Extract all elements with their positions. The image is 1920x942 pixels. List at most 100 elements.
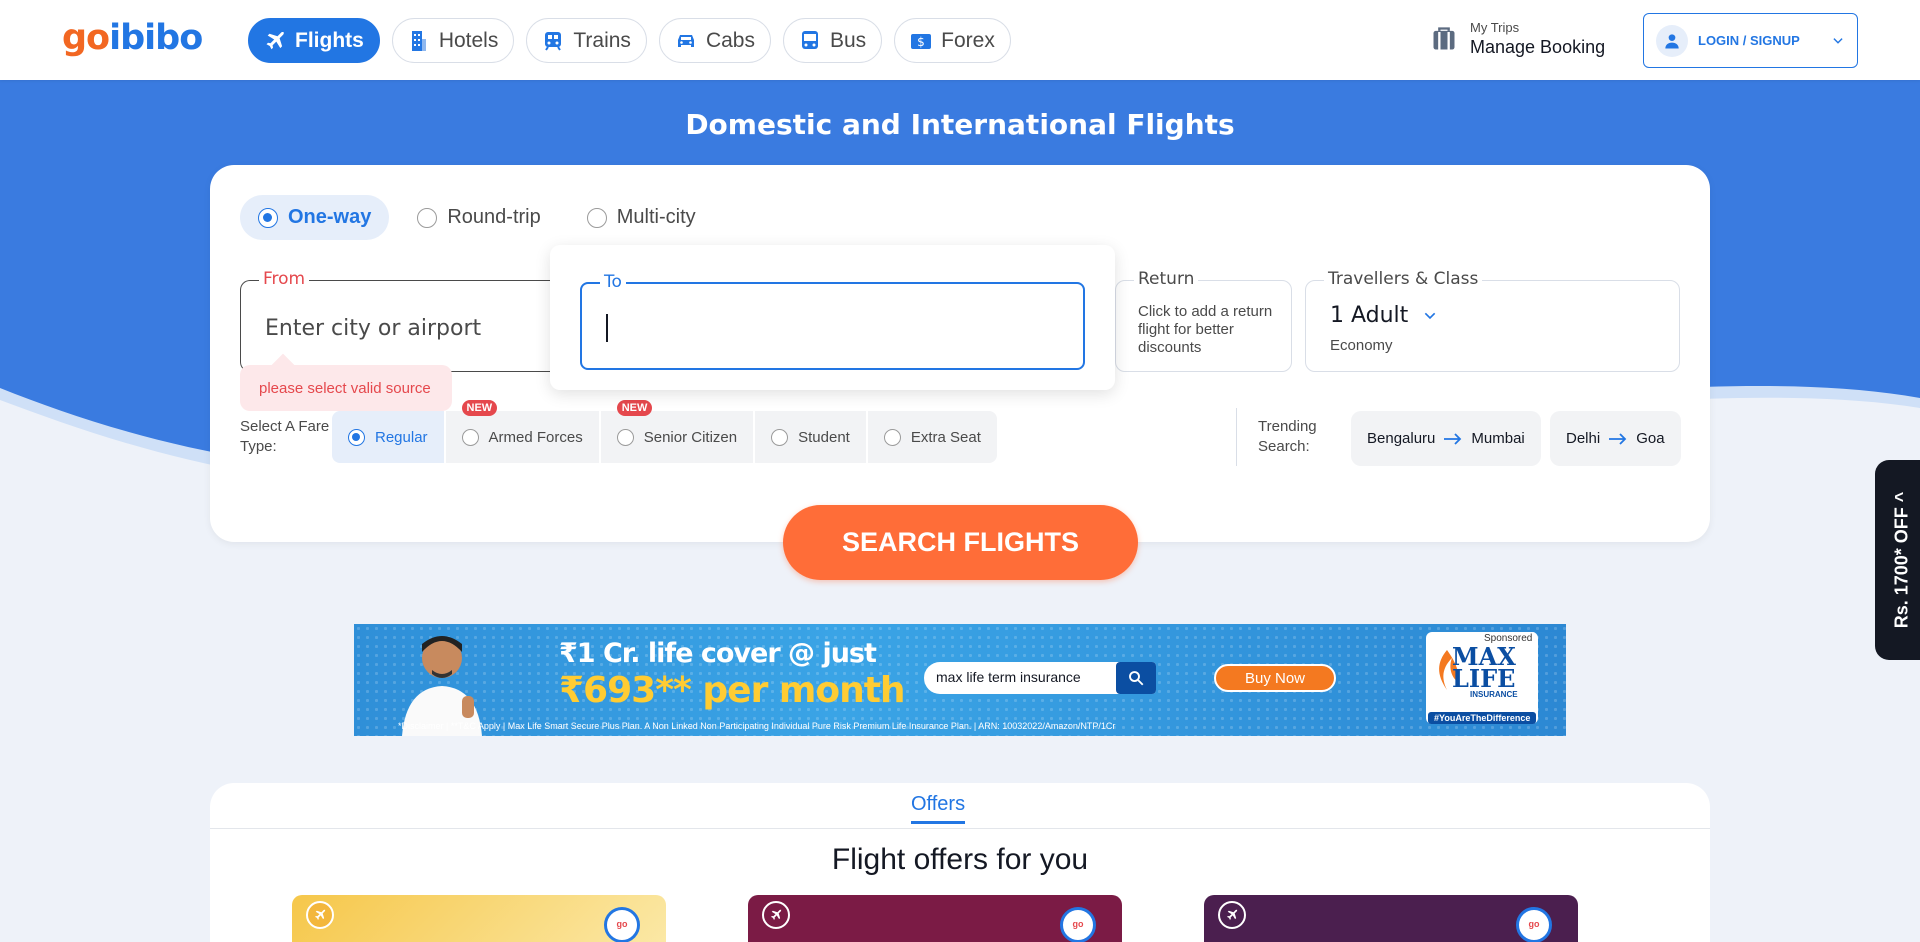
trip-multi-city[interactable]: Multi-city <box>569 195 714 240</box>
radio-icon <box>258 207 278 228</box>
radio-icon <box>461 428 479 446</box>
fare-armed-forces[interactable]: NEW Armed Forces <box>445 400 599 463</box>
briefcase-icon <box>1433 27 1455 50</box>
nav-hotels[interactable]: Hotels <box>391 18 515 63</box>
search-icon <box>1129 671 1144 686</box>
ad-price: ₹693** per month <box>559 670 906 711</box>
return-hint: Click to add a return flight for better … <box>1138 303 1273 356</box>
nav-label: Trains <box>573 28 631 52</box>
travel-class: Economy <box>1330 337 1393 354</box>
nav-label: Cabs <box>705 28 755 52</box>
return-label: Return <box>1134 269 1199 289</box>
max-life-logo: MAX LIFE INSURANCE <box>1426 632 1538 724</box>
ad-banner[interactable]: ₹1 Cr. life cover @ just ₹693** per mont… <box>354 624 1566 736</box>
trip-label: Multi-city <box>616 206 696 228</box>
from-label: From <box>259 269 310 289</box>
side-offer-tab[interactable]: Rs. 1700* OFF ^ <box>1875 460 1920 660</box>
offer-card[interactable]: go Safe <box>1204 895 1578 942</box>
nav-cabs[interactable]: Cabs <box>658 18 771 63</box>
travellers-value: 1 Adult <box>1330 303 1438 328</box>
nav-label: Bus <box>829 28 867 52</box>
chevron-down-icon <box>1833 37 1843 44</box>
nav-label: Hotels <box>438 28 499 52</box>
new-badge: NEW <box>616 400 653 416</box>
sponsored-label: Sponsored <box>1480 632 1537 645</box>
trending-route-bengaluru-mumbai[interactable]: Bengaluru Mumbai <box>1351 411 1541 466</box>
radio-icon <box>616 428 634 446</box>
fare-student[interactable]: Student <box>755 411 866 463</box>
train-icon <box>545 31 562 51</box>
forex-icon: $ <box>911 33 932 49</box>
fare-type-label: Select A Fare Type: <box>240 418 330 455</box>
go-safe-badge-icon: go Safe <box>604 907 640 942</box>
ad-search-button[interactable] <box>1116 662 1156 694</box>
page-title: Domestic and International Flights <box>685 108 1235 141</box>
offers-section: Offers Flight offers for you go Safe go … <box>210 783 1710 942</box>
to-dropdown-popup: To <box>550 245 1115 390</box>
nav-label: Forex <box>941 28 995 52</box>
nav-forex[interactable]: $ Forex <box>894 18 1011 63</box>
text-cursor <box>606 314 608 342</box>
my-trips-label: My Trips <box>1470 20 1520 35</box>
fare-extra-seat[interactable]: Extra Seat <box>867 411 997 463</box>
new-badge: NEW <box>461 400 498 416</box>
chevron-down-icon <box>1425 312 1436 319</box>
top-navbar: goibibo Flights Hotels Trains Cabs Bus $… <box>0 0 1920 80</box>
fare-type-options: Regular NEW Armed Forces NEW Senior Citize… <box>332 400 997 463</box>
arrow-right-icon <box>1609 432 1627 445</box>
plane-icon <box>306 901 334 929</box>
travellers-label: Travellers & Class <box>1324 269 1483 289</box>
car-icon <box>677 34 694 47</box>
ad-disclaimer: *Disclaimer | **T&C Apply | Max Life Sma… <box>398 721 1116 731</box>
login-label: LOGIN / SIGNUP <box>1698 33 1800 48</box>
return-date-field[interactable]: Return Click to add a return flight for … <box>1115 269 1292 372</box>
radio-icon <box>883 428 901 446</box>
goibibo-logo[interactable]: goibibo <box>62 18 203 58</box>
building-icon <box>411 30 426 51</box>
trip-round-trip[interactable]: Round-trip <box>399 195 558 240</box>
tab-offers[interactable]: Offers <box>911 793 966 824</box>
radio-icon <box>586 207 607 228</box>
trip-label: One-way <box>288 206 372 228</box>
side-offer-label: Rs. 1700* OFF ^ <box>1891 491 1912 629</box>
ad-buy-now-button[interactable]: Buy Now <box>1214 664 1336 692</box>
to-label: To <box>600 272 626 292</box>
plane-icon <box>762 901 790 929</box>
nav-label: Flights <box>295 28 364 52</box>
trip-type-selector: One-way Round-trip Multi-city <box>240 195 714 240</box>
offer-card[interactable]: go Safe <box>292 895 666 942</box>
nav-flights[interactable]: Flights <box>248 18 380 63</box>
ad-headline: ₹1 Cr. life cover @ just <box>559 638 877 669</box>
offer-card[interactable]: go Safe <box>748 895 1122 942</box>
product-nav: Flights Hotels Trains Cabs Bus $ Forex <box>248 18 1011 63</box>
arrow-right-icon <box>1444 432 1462 445</box>
trending-label: Trending Search: <box>1258 418 1317 455</box>
go-safe-badge-icon: go Safe <box>1516 907 1552 942</box>
radio-icon <box>417 207 438 228</box>
divider <box>1236 408 1237 466</box>
manage-booking-link[interactable]: My Trips Manage Booking <box>1430 20 1605 58</box>
flight-search-card: One-way Round-trip Multi-city From Enter… <box>210 165 1710 542</box>
trip-label: Round-trip <box>447 206 541 228</box>
radio-icon <box>348 428 365 446</box>
trip-one-way[interactable]: One-way <box>240 195 390 240</box>
from-field[interactable]: From Enter city or airport <box>240 269 570 372</box>
nav-bus[interactable]: Bus <box>782 18 883 63</box>
travellers-class-field[interactable]: Travellers & Class 1 Adult Economy <box>1305 269 1680 372</box>
svg-text:$: $ <box>917 35 925 49</box>
go-safe-badge-icon: go Safe <box>1060 907 1096 942</box>
plane-icon <box>266 31 284 49</box>
fare-regular[interactable]: Regular <box>332 411 444 463</box>
bus-icon <box>801 30 818 49</box>
to-input[interactable]: To <box>580 272 1085 370</box>
from-placeholder: Enter city or airport <box>265 316 482 341</box>
from-error-tooltip: please select valid source <box>240 365 452 411</box>
manage-booking-label: Manage Booking <box>1470 37 1606 57</box>
login-signup-button[interactable]: LOGIN / SIGNUP <box>1643 13 1858 68</box>
nav-trains[interactable]: Trains <box>526 18 647 63</box>
search-flights-button[interactable]: SEARCH FLIGHTS <box>783 505 1138 580</box>
trending-route-delhi-goa[interactable]: Delhi Goa <box>1550 411 1681 466</box>
fare-senior-citizen[interactable]: NEW Senior Citizen <box>600 400 754 463</box>
radio-icon <box>771 428 789 446</box>
divider <box>210 828 1710 829</box>
